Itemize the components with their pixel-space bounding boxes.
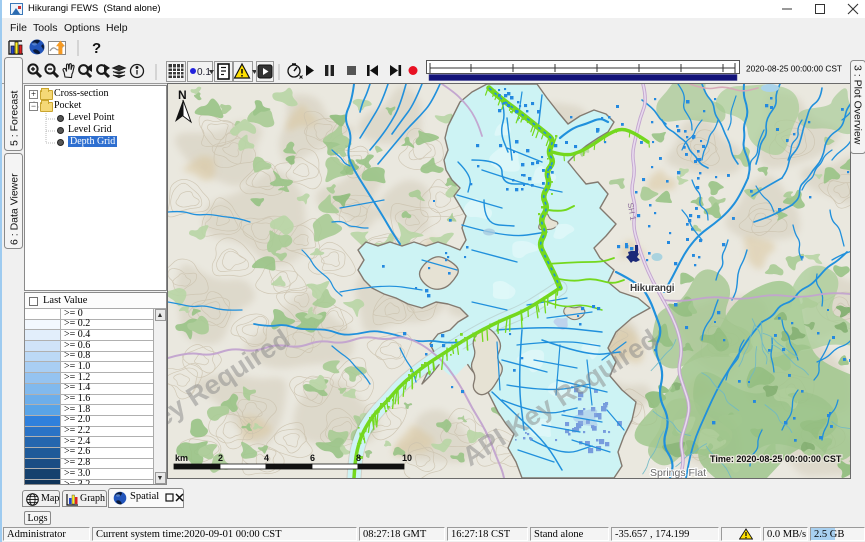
svg-text:N: N	[178, 88, 187, 102]
svg-text:3 : Plot Overview: 3 : Plot Overview	[852, 65, 864, 145]
svg-text:8: 8	[356, 453, 361, 463]
svg-text:Time: 2020-08-25 00:00:00 CST: Time: 2020-08-25 00:00:00 CST	[710, 454, 842, 464]
svg-text:4: 4	[264, 453, 269, 463]
svg-text:5 : Forecast: 5 : Forecast	[9, 90, 21, 146]
svg-text:Hikurangi: Hikurangi	[630, 283, 675, 294]
svg-text:2020-08-25 00:00:00 CST: 2020-08-25 00:00:00 CST	[746, 64, 842, 74]
svg-text:?: ?	[92, 40, 101, 57]
svg-text:0.1: 0.1	[197, 67, 211, 78]
svg-text:6 : Data Viewer: 6 : Data Viewer	[9, 173, 21, 245]
svg-text:2: 2	[218, 453, 223, 463]
svg-text:km: km	[175, 453, 188, 463]
svg-text:6: 6	[310, 453, 315, 463]
svg-text:Springs Flat: Springs Flat	[650, 467, 706, 478]
svg-text:10: 10	[402, 453, 412, 463]
